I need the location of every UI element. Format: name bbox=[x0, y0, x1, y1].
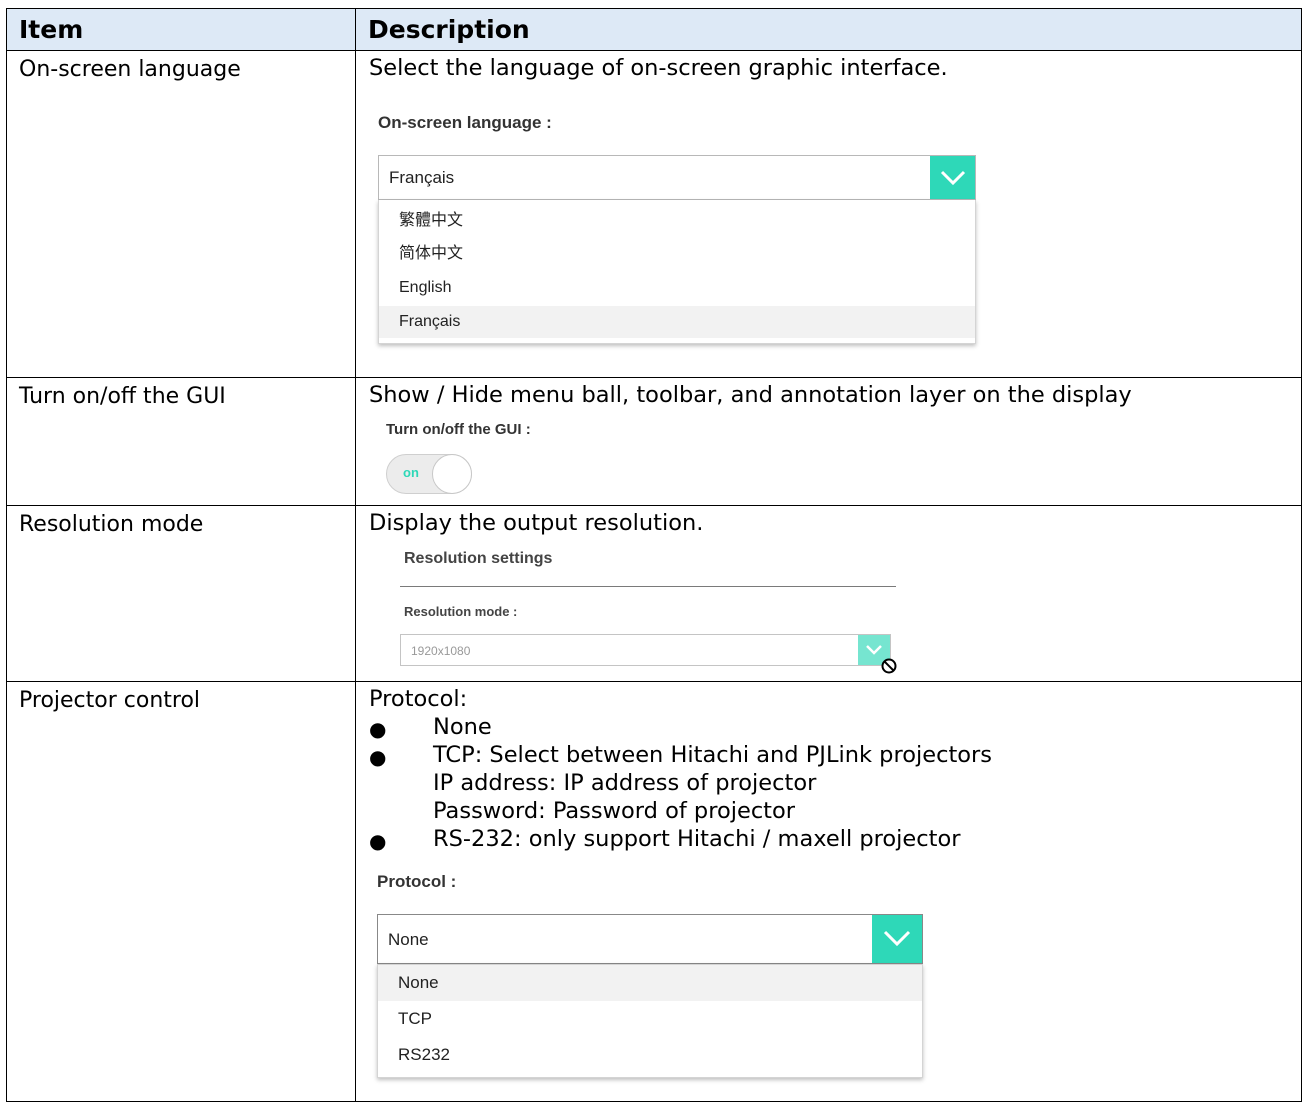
resolution-mode-select[interactable]: 1920x1080 bbox=[400, 634, 891, 666]
table-row: Turn on/off the GUI Show / Hide menu bal… bbox=[6, 377, 1302, 506]
bullet-icon: ● bbox=[369, 745, 387, 769]
protocol-select-value: None bbox=[388, 930, 429, 949]
gui-label: Turn on/off the GUI : bbox=[386, 421, 531, 438]
bullet-icon: ● bbox=[369, 717, 387, 741]
table-row: Resolution mode Display the output resol… bbox=[6, 505, 1302, 682]
bullet-text: RS-232: only support Hitachi / maxell pr… bbox=[433, 826, 961, 852]
resolution-mode-label: Resolution mode : bbox=[404, 604, 518, 619]
protocol-dropdown-menu: None TCP RS232 bbox=[377, 964, 923, 1078]
spec-table: Item Description On-screen language Sele… bbox=[6, 8, 1302, 1102]
section-divider bbox=[400, 586, 896, 587]
protocol-option[interactable]: RS232 bbox=[378, 1037, 922, 1073]
gui-toggle[interactable]: on bbox=[386, 454, 472, 494]
language-select-value: Français bbox=[389, 168, 455, 187]
bullet-icon: ● bbox=[369, 829, 387, 853]
language-option-selected[interactable]: Français bbox=[379, 306, 975, 338]
header-description: Description bbox=[355, 8, 1302, 51]
description-text: Display the output resolution. bbox=[369, 510, 704, 536]
desc-turn-on-off-gui: Show / Hide menu ball, toolbar, and anno… bbox=[355, 377, 1302, 506]
chevron-down-icon[interactable] bbox=[872, 915, 922, 963]
language-dropdown-menu: 繁體中文 简体中文 English Français bbox=[378, 200, 976, 344]
table-header-row: Item Description bbox=[6, 8, 1302, 51]
table-row: On-screen language Select the language o… bbox=[6, 50, 1302, 378]
item-turn-on-off-gui: Turn on/off the GUI bbox=[6, 377, 356, 506]
description-text: Show / Hide menu ball, toolbar, and anno… bbox=[369, 382, 1132, 408]
item-resolution-mode: Resolution mode bbox=[6, 505, 356, 682]
toggle-knob bbox=[432, 454, 472, 494]
language-option[interactable]: English bbox=[379, 273, 975, 303]
language-label: On-screen language : bbox=[378, 113, 552, 132]
protocol-intro: Protocol: bbox=[369, 686, 468, 712]
protocol-label: Protocol : bbox=[377, 872, 457, 891]
desc-projector-control: Protocol: ● None ● TCP: Select between H… bbox=[355, 681, 1302, 1102]
language-select[interactable]: Français bbox=[378, 155, 976, 200]
language-option[interactable]: 简体中文 bbox=[379, 239, 975, 269]
bullet-text: None bbox=[433, 714, 492, 740]
desc-on-screen-language: Select the language of on-screen graphic… bbox=[355, 50, 1302, 378]
protocol-select[interactable]: None bbox=[377, 914, 923, 964]
chevron-down-icon[interactable] bbox=[930, 156, 975, 199]
item-projector-control: Projector control bbox=[6, 681, 356, 1102]
protocol-option[interactable]: TCP bbox=[378, 1001, 922, 1037]
protocol-option-selected[interactable]: None bbox=[378, 965, 922, 1001]
language-option[interactable]: 繁體中文 bbox=[379, 206, 975, 236]
table-row: Projector control Protocol: ● None ● TCP… bbox=[6, 681, 1302, 1102]
desc-resolution-mode: Display the output resolution. Resolutio… bbox=[355, 505, 1302, 682]
resolution-value: 1920x1080 bbox=[411, 644, 471, 658]
description-text: Select the language of on-screen graphic… bbox=[369, 55, 948, 81]
gui-toggle-state: on bbox=[403, 465, 419, 480]
bullet-subtext: IP address: IP address of projector bbox=[433, 770, 817, 796]
bullet-subtext: Password: Password of projector bbox=[433, 798, 796, 824]
bullet-text: TCP: Select between Hitachi and PJLink p… bbox=[433, 742, 993, 768]
header-item: Item bbox=[6, 8, 356, 51]
not-allowed-cursor-icon bbox=[880, 656, 898, 681]
resolution-section-title: Resolution settings bbox=[404, 550, 553, 567]
item-on-screen-language: On-screen language bbox=[6, 50, 356, 378]
